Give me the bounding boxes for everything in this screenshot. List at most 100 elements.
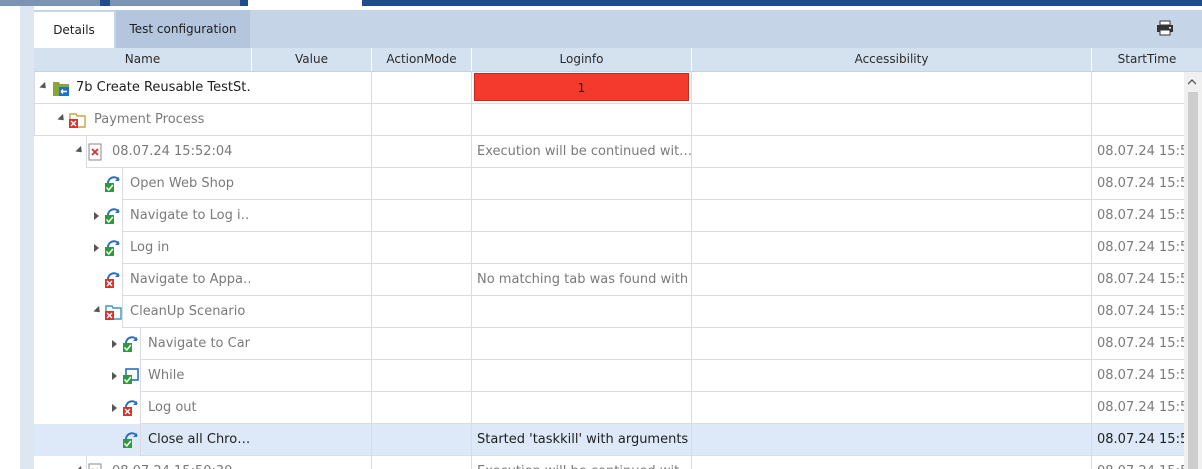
starttime-cell[interactable]: 08.07.24 15:5… <box>1092 392 1184 424</box>
starttime-cell[interactable] <box>1092 104 1184 136</box>
loginfo-cell[interactable] <box>472 168 692 200</box>
loginfo-cell[interactable] <box>472 104 692 136</box>
expand-arrow-icon[interactable] <box>112 340 117 348</box>
value-cell[interactable] <box>252 296 372 328</box>
actionmode-cell[interactable] <box>372 136 472 168</box>
starttime-cell[interactable]: 08.07.24 15:5… <box>1092 232 1184 264</box>
tree-row[interactable]: Navigate to Cart 08.07.24 15:5… <box>34 328 1184 360</box>
loginfo-cell[interactable]: Execution will be continued wit… <box>472 456 692 469</box>
loginfo-cell[interactable] <box>472 360 692 392</box>
loginfo-cell[interactable]: Started 'taskkill' with arguments … <box>472 424 692 456</box>
name-cell[interactable]: Payment Process <box>34 104 252 136</box>
accessibility-cell[interactable] <box>692 200 1092 232</box>
expand-arrow-icon[interactable] <box>94 244 99 252</box>
tree-row[interactable]: CleanUp Scenario 08.07.24 15:5… <box>34 296 1184 328</box>
value-cell[interactable] <box>252 136 372 168</box>
value-cell[interactable] <box>252 72 372 104</box>
starttime-cell[interactable]: 08.07.24 15:5… <box>1092 296 1184 328</box>
tree-row[interactable]: While 08.07.24 15:5… <box>34 360 1184 392</box>
starttime-cell[interactable]: 08.07.24 15:5… <box>1092 424 1184 456</box>
column-header-starttime[interactable]: StartTime <box>1092 48 1202 71</box>
accessibility-cell[interactable] <box>692 72 1092 104</box>
value-cell[interactable] <box>252 264 372 296</box>
name-cell[interactable]: 08.07.24 15:50:30 <box>34 456 252 469</box>
name-cell[interactable]: CleanUp Scenario <box>34 296 252 328</box>
collapse-arrow-icon[interactable] <box>75 145 85 156</box>
accessibility-cell[interactable] <box>692 104 1092 136</box>
scrollbar-thumb[interactable] <box>1188 92 1198 469</box>
column-header-accessibility[interactable]: Accessibility <box>692 48 1092 71</box>
actionmode-cell[interactable] <box>372 72 472 104</box>
value-cell[interactable] <box>252 328 372 360</box>
value-cell[interactable] <box>252 232 372 264</box>
accessibility-cell[interactable] <box>692 136 1092 168</box>
starttime-cell[interactable]: 08.07.24 15:5… <box>1092 328 1184 360</box>
starttime-cell[interactable] <box>1092 72 1184 104</box>
value-cell[interactable] <box>252 104 372 136</box>
tree-row[interactable]: Close all Chro… Started 'taskkill' with a… <box>34 424 1184 456</box>
loginfo-cell[interactable] <box>472 232 692 264</box>
tree-row[interactable]: Open Web Shop 08.07.24 15:5… <box>34 168 1184 200</box>
loginfo-cell[interactable]: Execution will be continued wit… <box>472 136 692 168</box>
actionmode-cell[interactable] <box>372 200 472 232</box>
actionmode-cell[interactable] <box>372 424 472 456</box>
tree-row[interactable]: 08.07.24 15:52:04 Execution will be conti… <box>34 136 1184 168</box>
name-cell[interactable]: Log out <box>34 392 252 424</box>
expand-arrow-icon[interactable] <box>94 212 99 220</box>
starttime-cell[interactable]: 08.07.24 15:5… <box>1092 360 1184 392</box>
actionmode-cell[interactable] <box>372 232 472 264</box>
starttime-cell[interactable]: 08.07.24 15:5… <box>1092 456 1184 469</box>
scroll-up-icon[interactable] <box>1188 78 1196 86</box>
accessibility-cell[interactable] <box>692 296 1092 328</box>
value-cell[interactable] <box>252 360 372 392</box>
name-cell[interactable]: Open Web Shop <box>34 168 252 200</box>
accessibility-cell[interactable] <box>692 392 1092 424</box>
expand-arrow-icon[interactable] <box>112 372 117 380</box>
value-cell[interactable] <box>252 456 372 469</box>
value-cell[interactable] <box>252 424 372 456</box>
name-cell[interactable]: 08.07.24 15:52:04 <box>34 136 252 168</box>
vertical-scrollbar[interactable] <box>1184 72 1202 469</box>
name-cell[interactable]: Navigate to Cart <box>34 328 252 360</box>
starttime-cell[interactable]: 08.07.24 15:5… <box>1092 168 1184 200</box>
tree-row[interactable]: Log out 08.07.24 15:5… <box>34 392 1184 424</box>
name-cell[interactable]: Log in <box>34 232 252 264</box>
accessibility-cell[interactable] <box>692 264 1092 296</box>
value-cell[interactable] <box>252 168 372 200</box>
expand-arrow-icon[interactable] <box>112 404 117 412</box>
loginfo-cell[interactable] <box>472 296 692 328</box>
accessibility-cell[interactable] <box>692 360 1092 392</box>
actionmode-cell[interactable] <box>372 360 472 392</box>
loginfo-cell[interactable] <box>472 200 692 232</box>
collapse-arrow-icon[interactable] <box>93 305 103 316</box>
tab-details[interactable]: Details <box>34 10 114 48</box>
actionmode-cell[interactable] <box>372 104 472 136</box>
accessibility-cell[interactable] <box>692 424 1092 456</box>
name-cell[interactable]: 7b Create Reusable TestSt… <box>34 72 252 104</box>
tree-row[interactable]: Payment Process <box>34 104 1184 136</box>
accessibility-cell[interactable] <box>692 456 1092 469</box>
starttime-cell[interactable]: 08.07.24 15:5… <box>1092 200 1184 232</box>
tree-row[interactable]: Log in 08.07.24 15:5… <box>34 232 1184 264</box>
column-header-actionmode[interactable]: ActionMode <box>372 48 472 71</box>
column-header-loginfo[interactable]: Loginfo <box>472 48 692 71</box>
loginfo-cell[interactable] <box>472 392 692 424</box>
tree-row[interactable]: Navigate to Log i… 08.07.24 15:5… <box>34 200 1184 232</box>
actionmode-cell[interactable] <box>372 296 472 328</box>
actionmode-cell[interactable] <box>372 264 472 296</box>
loginfo-cell[interactable]: No matching tab was found with … <box>472 264 692 296</box>
loginfo-cell[interactable]: 1 <box>472 72 692 104</box>
name-cell[interactable]: Navigate to Appa… <box>34 264 252 296</box>
loginfo-cell[interactable] <box>472 328 692 360</box>
accessibility-cell[interactable] <box>692 232 1092 264</box>
printer-icon[interactable] <box>1156 20 1174 36</box>
actionmode-cell[interactable] <box>372 392 472 424</box>
accessibility-cell[interactable] <box>692 168 1092 200</box>
column-header-name[interactable]: Name <box>34 48 252 71</box>
tree-row[interactable]: 08.07.24 15:50:30 Execution will be conti… <box>34 456 1184 469</box>
tree-row[interactable]: Navigate to Appa… No matching tab was fou… <box>34 264 1184 296</box>
actionmode-cell[interactable] <box>372 328 472 360</box>
value-cell[interactable] <box>252 200 372 232</box>
name-cell[interactable]: While <box>34 360 252 392</box>
name-cell[interactable]: Close all Chro… <box>34 424 252 456</box>
